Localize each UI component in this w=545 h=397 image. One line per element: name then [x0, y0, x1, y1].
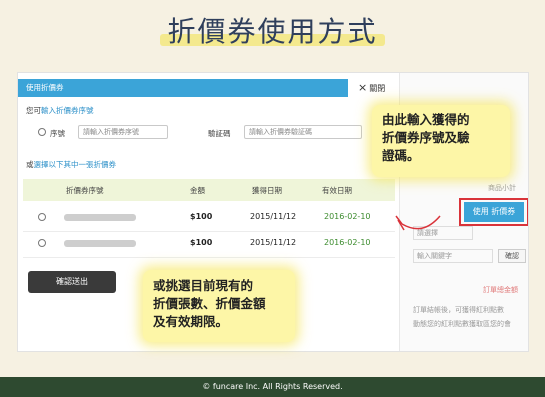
col-serial: 折價券序號: [66, 186, 104, 195]
serial-label: 序號: [50, 129, 65, 138]
col-amount: 金額: [190, 186, 205, 195]
background-keyword-input[interactable]: 輸入關鍵字: [413, 249, 493, 263]
blurred-coupon-serial: [64, 214, 136, 221]
callout-bottom: 或挑選目前現有的 折價張數、折價金額 及有效期限。: [143, 270, 295, 342]
col-obtained: 獲得日期: [252, 186, 282, 195]
row-divider: [23, 257, 395, 258]
serial-radio[interactable]: [38, 128, 46, 136]
choose-prompt: 或選擇以下其中一張折價券: [26, 159, 116, 170]
page-title: 折價券使用方式: [167, 15, 378, 48]
close-icon: ×: [358, 81, 368, 94]
background-confirm-button[interactable]: 確認: [498, 249, 526, 263]
row-divider: [23, 231, 395, 232]
coupon-expiry-date: 2016-02-10: [324, 212, 371, 221]
coupon-amount: $100: [190, 212, 213, 221]
callout-top-line-2: 折價券序號及驗: [382, 130, 470, 145]
callout-top: 由此輸入獲得的 折價券序號及驗 證碼。: [372, 105, 510, 177]
dialog-header: 使用折價券: [18, 79, 348, 97]
serial-input[interactable]: 請輸入折價券序號: [78, 125, 168, 139]
faint-note-line-2: 動態您的紅利點數獲取區您的會: [413, 320, 511, 328]
coupon-expiry-date: 2016-02-10: [324, 238, 371, 247]
subtotal-faint-text: 商品小計: [488, 184, 516, 192]
coupon-amount: $100: [190, 238, 213, 247]
serial-prompt: 您可輸入折價券序號: [26, 105, 94, 116]
code-label: 驗証碼: [208, 129, 231, 138]
blurred-coupon-serial: [64, 240, 136, 247]
coupon-row-radio[interactable]: [38, 213, 46, 221]
serial-prompt-link[interactable]: 輸入折價券序號: [41, 106, 94, 115]
confirm-submit-button[interactable]: 確認送出: [28, 271, 116, 293]
callout-top-line-3: 證碼。: [382, 148, 420, 163]
callout-bottom-line-3: 及有效期限。: [153, 314, 229, 329]
coupon-obtained-date: 2015/11/12: [250, 238, 297, 247]
serial-prompt-prefix: 您可: [26, 106, 41, 115]
code-input[interactable]: 請輸入折價券驗証碼: [244, 125, 362, 139]
page-footer: © funcare Inc. All Rights Reserved.: [0, 377, 545, 397]
callout-bottom-line-2: 折價張數、折價金額: [153, 296, 266, 311]
coupon-row-radio[interactable]: [38, 239, 46, 247]
choose-prompt-prefix: 或: [26, 160, 34, 169]
close-button[interactable]: × 關閉: [358, 81, 385, 94]
coupon-obtained-date: 2015/11/12: [250, 212, 297, 221]
close-label: 關閉: [369, 84, 386, 93]
use-coupon-button[interactable]: 使用 折價券: [464, 202, 524, 222]
col-expires: 有效日期: [322, 186, 352, 195]
order-total-faint-text: 訂單總金額: [483, 286, 518, 294]
annotation-arrow-icon: [395, 215, 441, 231]
choose-prompt-link[interactable]: 選擇以下其中一張折價券: [34, 160, 117, 169]
callout-bottom-line-1: 或挑選目前現有的: [153, 278, 254, 293]
callout-top-line-1: 由此輸入獲得的: [382, 112, 470, 127]
faint-note-line-1: 訂單結帳後，可獲得紅利點數: [413, 306, 504, 314]
